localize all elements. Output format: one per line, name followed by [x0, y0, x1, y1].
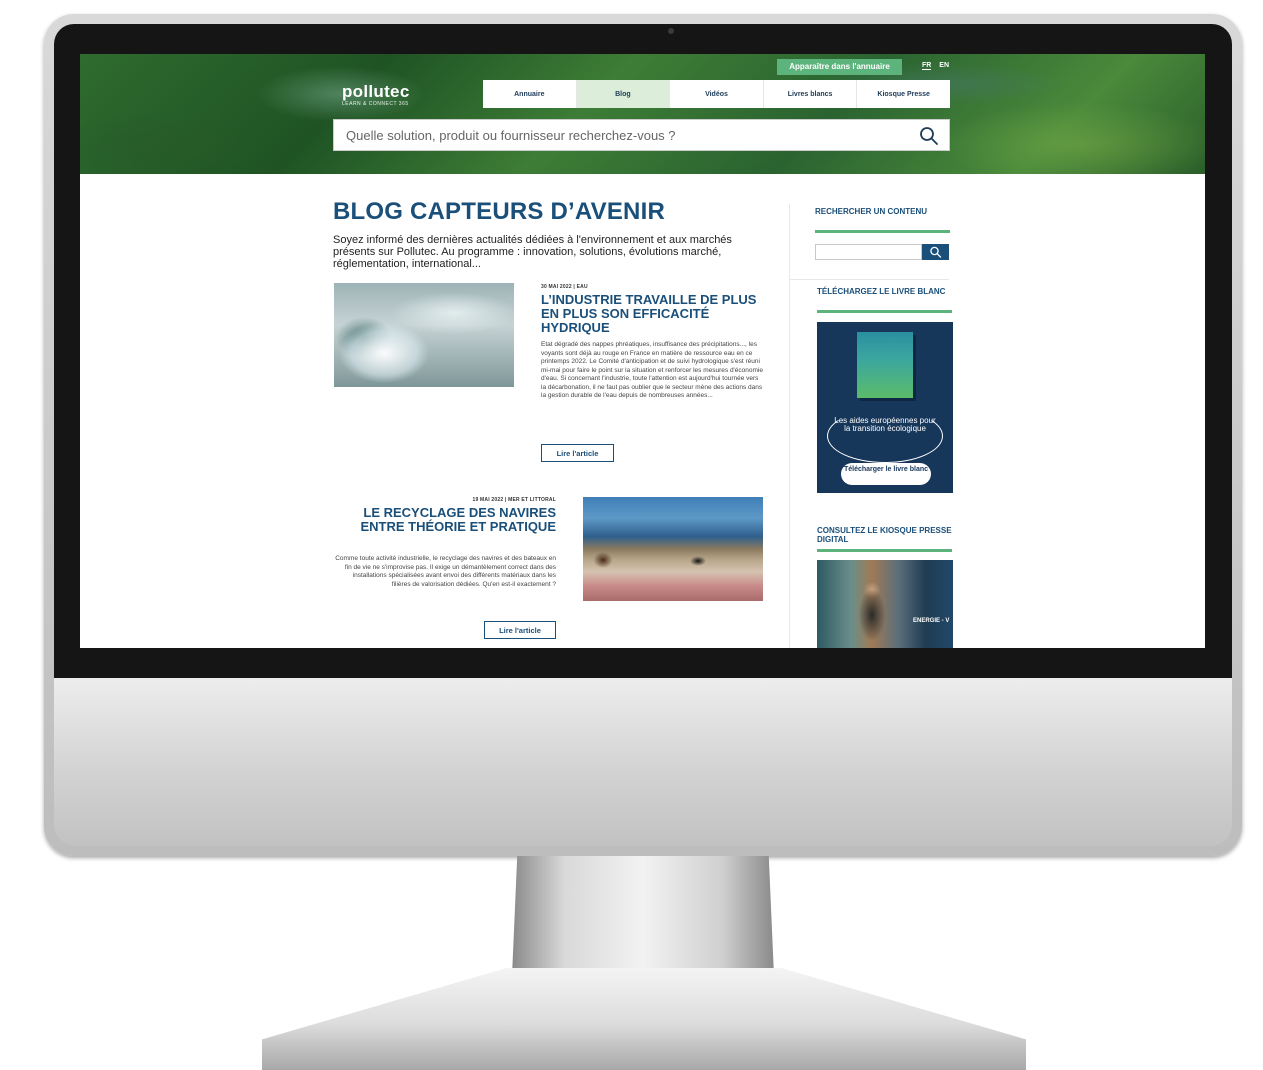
logo-tagline: LEARN & CONNECT 365 [342, 101, 409, 107]
monitor-stand-neck [512, 856, 774, 976]
sidebar-search-button[interactable] [922, 244, 949, 260]
appear-in-directory-button[interactable]: Apparaître dans l'annuaire [777, 59, 902, 75]
search-icon[interactable] [919, 126, 939, 146]
hero-banner: pollutec LEARN & CONNECT 365 Apparaître … [80, 54, 1205, 174]
nav-livres-blancs[interactable]: Livres blancs [764, 80, 858, 108]
whitepaper-text: Les aides européennes pour la transition… [834, 416, 936, 433]
search-input[interactable] [344, 120, 904, 150]
article-title[interactable]: L’INDUSTRIE TRAVAILLE DE PLUS EN PLUS SO… [541, 293, 761, 335]
article-meta: 30 MAI 2022 | EAU [541, 284, 588, 290]
browser-viewport: pollutec LEARN & CONNECT 365 Apparaître … [80, 54, 1205, 648]
webcam-icon [668, 28, 674, 34]
nav-annuaire[interactable]: Annuaire [483, 80, 577, 108]
nav-kiosque-presse[interactable]: Kiosque Presse [857, 80, 950, 108]
sidebar-title-underline [815, 230, 950, 233]
sidebar-title-underline [817, 549, 952, 552]
read-article-button[interactable]: Lire l'article [484, 621, 556, 639]
kiosk-image[interactable]: ENERGIE - V [817, 560, 953, 648]
sidebar-whitepaper-title: TÉLÉCHARGEZ LE LIVRE BLANC [817, 287, 946, 296]
lang-fr[interactable]: FR [922, 62, 932, 70]
search-bar [333, 119, 950, 151]
read-article-button[interactable]: Lire l'article [541, 444, 614, 462]
download-whitepaper-button[interactable]: Télécharger le livre blanc [841, 463, 931, 485]
language-switcher: FR EN [922, 62, 955, 70]
lang-en[interactable]: EN [939, 62, 949, 69]
article-image-water[interactable] [334, 283, 514, 387]
sidebar-title-underline [817, 310, 952, 313]
article-excerpt: Comme toute activité industrielle, le re… [335, 555, 556, 588]
main-nav: Annuaire Blog Vidéos Livres blancs Kiosq… [483, 80, 950, 108]
pollutec-logo[interactable]: pollutec [342, 82, 410, 102]
monitor-stand-foot [262, 968, 1026, 1070]
kiosk-tag: ENERGIE - V [913, 618, 950, 624]
whitepaper-cover [857, 332, 913, 398]
blog-intro: Soyez informé des dernières actualités d… [333, 234, 732, 270]
monitor-chin [54, 678, 1232, 846]
article-excerpt: Etat dégradé des nappes phréatiques, ins… [541, 341, 763, 399]
sidebar-divider [789, 204, 790, 648]
nav-blog[interactable]: Blog [576, 80, 671, 108]
article-title[interactable]: LE RECYCLAGE DES NAVIRES ENTRE THÉORIE E… [334, 506, 557, 534]
sidebar-section-divider [789, 279, 949, 280]
sidebar-kiosk-title: CONSULTEZ LE KIOSQUE PRESSE DIGITAL [817, 526, 952, 544]
whitepaper-promo[interactable]: Les aides européennes pour la transition… [817, 322, 953, 493]
sidebar-search-title: RECHERCHER UN CONTENU [815, 207, 928, 216]
article-image-ship-hull[interactable] [583, 497, 763, 601]
sidebar-search-input[interactable] [815, 244, 922, 260]
nav-videos[interactable]: Vidéos [670, 80, 764, 108]
article-meta: 19 MAI 2022 | MER ET LITTORAL [472, 497, 556, 503]
page-title: BLOG CAPTEURS D’AVENIR [333, 198, 665, 225]
